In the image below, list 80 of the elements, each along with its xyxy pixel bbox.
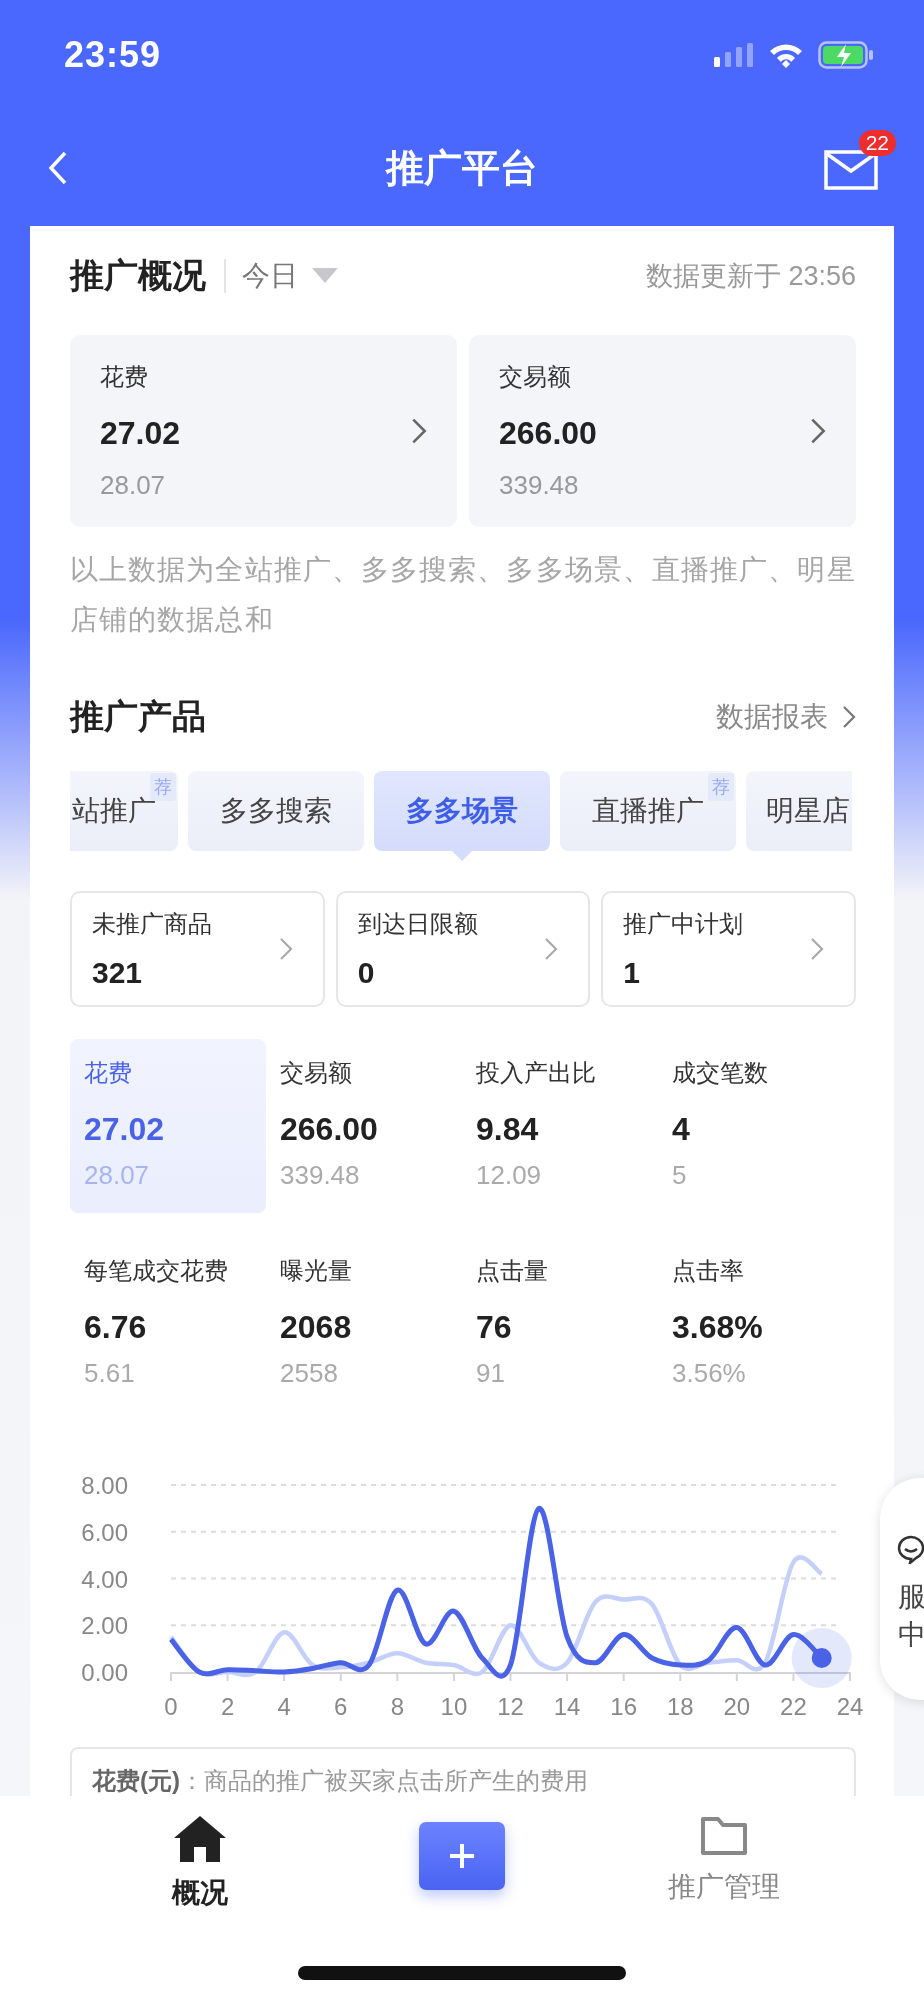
- x-axis-label: 12: [497, 1693, 524, 1720]
- product-tab[interactable]: 站推广 荐: [70, 771, 178, 851]
- section-title: 推广产品: [70, 696, 206, 737]
- metric-item[interactable]: 花费 27.02 28.07: [70, 1039, 266, 1213]
- x-axis-label: 8: [390, 1693, 404, 1720]
- page-title: 推广平台: [386, 145, 538, 191]
- home-icon: [174, 1816, 226, 1862]
- unread-badge: 22: [858, 130, 896, 156]
- chevron-icon: [411, 417, 427, 445]
- x-axis-label: 20: [723, 1693, 751, 1720]
- card-label: 花费: [100, 362, 149, 392]
- stat-value: 0: [357, 956, 376, 990]
- x-axis-label: 6: [334, 1693, 348, 1720]
- x-axis-label: 10: [440, 1693, 468, 1720]
- y-axis-label: 2.00: [81, 1612, 128, 1640]
- plus-icon: [447, 1841, 477, 1871]
- metric-item[interactable]: 投入产出比 9.84 12.09: [462, 1039, 658, 1213]
- dropdown-icon: [312, 268, 338, 284]
- stat-label: 推广中计划: [623, 909, 744, 939]
- x-axis-label: 14: [553, 1693, 581, 1720]
- back-icon[interactable]: [48, 150, 68, 186]
- metric-item[interactable]: 点击量 76 91: [462, 1237, 658, 1411]
- product-tab[interactable]: 直播推广 荐: [560, 771, 736, 851]
- marker: [791, 1628, 852, 1688]
- status-time: 23:59: [64, 34, 162, 76]
- card-value: 27.02: [100, 415, 181, 452]
- x-axis-label: 22: [780, 1693, 807, 1720]
- product-tab[interactable]: 多多搜索: [188, 771, 364, 851]
- stat-value: 321: [92, 956, 144, 990]
- bottom-tab[interactable]: 推广管理: [524, 1816, 924, 1906]
- folder-icon: [700, 1816, 748, 1856]
- metric-item[interactable]: 交易额 266.00 339.48: [266, 1039, 462, 1213]
- y-axis-label: 8.00: [81, 1472, 128, 1499]
- x-axis-label: 16: [610, 1693, 637, 1720]
- metric-item[interactable]: 曝光量 2068 2558: [266, 1237, 462, 1411]
- x-axis-label: 0: [164, 1693, 178, 1720]
- metric-item[interactable]: 成交笔数 4 5: [658, 1039, 854, 1213]
- tab-pointer: [452, 851, 472, 861]
- recommend-badge: 荐: [150, 773, 176, 801]
- recommend-badge: 荐: [708, 773, 734, 801]
- signal-icon: [714, 43, 754, 67]
- x-axis-label: 2: [220, 1693, 235, 1720]
- card-label: 交易额: [499, 362, 572, 392]
- metric-item[interactable]: 点击率 3.68% 3.56%: [658, 1237, 854, 1411]
- x-axis-label: 24: [836, 1693, 864, 1720]
- card-previous: 28.07: [100, 470, 167, 501]
- summary-note: 以上数据为全站推广、多多搜索、多多场景、直播推广、明星店铺的数据总和: [70, 553, 856, 637]
- product-tab[interactable]: 明星店: [746, 771, 852, 851]
- y-axis-label: 4.00: [81, 1565, 128, 1593]
- mail-icon[interactable]: [824, 150, 878, 190]
- metric-item[interactable]: 每笔成交花费 6.76 5.61: [70, 1237, 266, 1411]
- stat-card[interactable]: 未推广商品 321: [70, 891, 325, 1007]
- chevron-icon: [810, 417, 826, 445]
- chevron-icon: [544, 936, 559, 962]
- chat-icon: [896, 1534, 924, 1564]
- update-time: 数据更新于 23:56: [645, 260, 856, 293]
- stat-value: 1: [623, 956, 642, 990]
- x-axis-label: 18: [666, 1693, 694, 1720]
- chevron-icon: [810, 936, 824, 962]
- definition-text: 花费(元)：商品的推广被买家点击所产生的费用: [92, 1767, 588, 1794]
- stat-label: 到达日限额: [357, 909, 478, 939]
- wifi-icon: [768, 42, 804, 68]
- battery-icon: [818, 41, 874, 69]
- section-title: 推广概况: [70, 255, 206, 296]
- y-axis-label: 6.00: [81, 1518, 128, 1546]
- stat-label: 未推广商品: [92, 909, 212, 939]
- x-axis-label: 4: [277, 1693, 291, 1720]
- stat-card[interactable]: 到达日限额 0: [335, 891, 591, 1007]
- y-axis-label: 0.00: [81, 1659, 128, 1686]
- chevron-icon: [842, 704, 856, 730]
- bottom-tab[interactable]: 概况: [0, 1816, 400, 1912]
- card-value: 266.00: [499, 415, 597, 452]
- report-link[interactable]: 数据报表: [716, 698, 856, 736]
- period-dropdown[interactable]: 今日: [224, 259, 338, 293]
- summary-card[interactable]: 花费 27.02 28.07: [70, 335, 457, 527]
- summary-card[interactable]: 交易额 266.00 339.48: [469, 335, 856, 527]
- card-previous: 339.48: [499, 470, 580, 501]
- stat-card[interactable]: 推广中计划 1: [601, 891, 856, 1007]
- add-button[interactable]: [419, 1822, 505, 1890]
- chevron-icon: [278, 936, 293, 962]
